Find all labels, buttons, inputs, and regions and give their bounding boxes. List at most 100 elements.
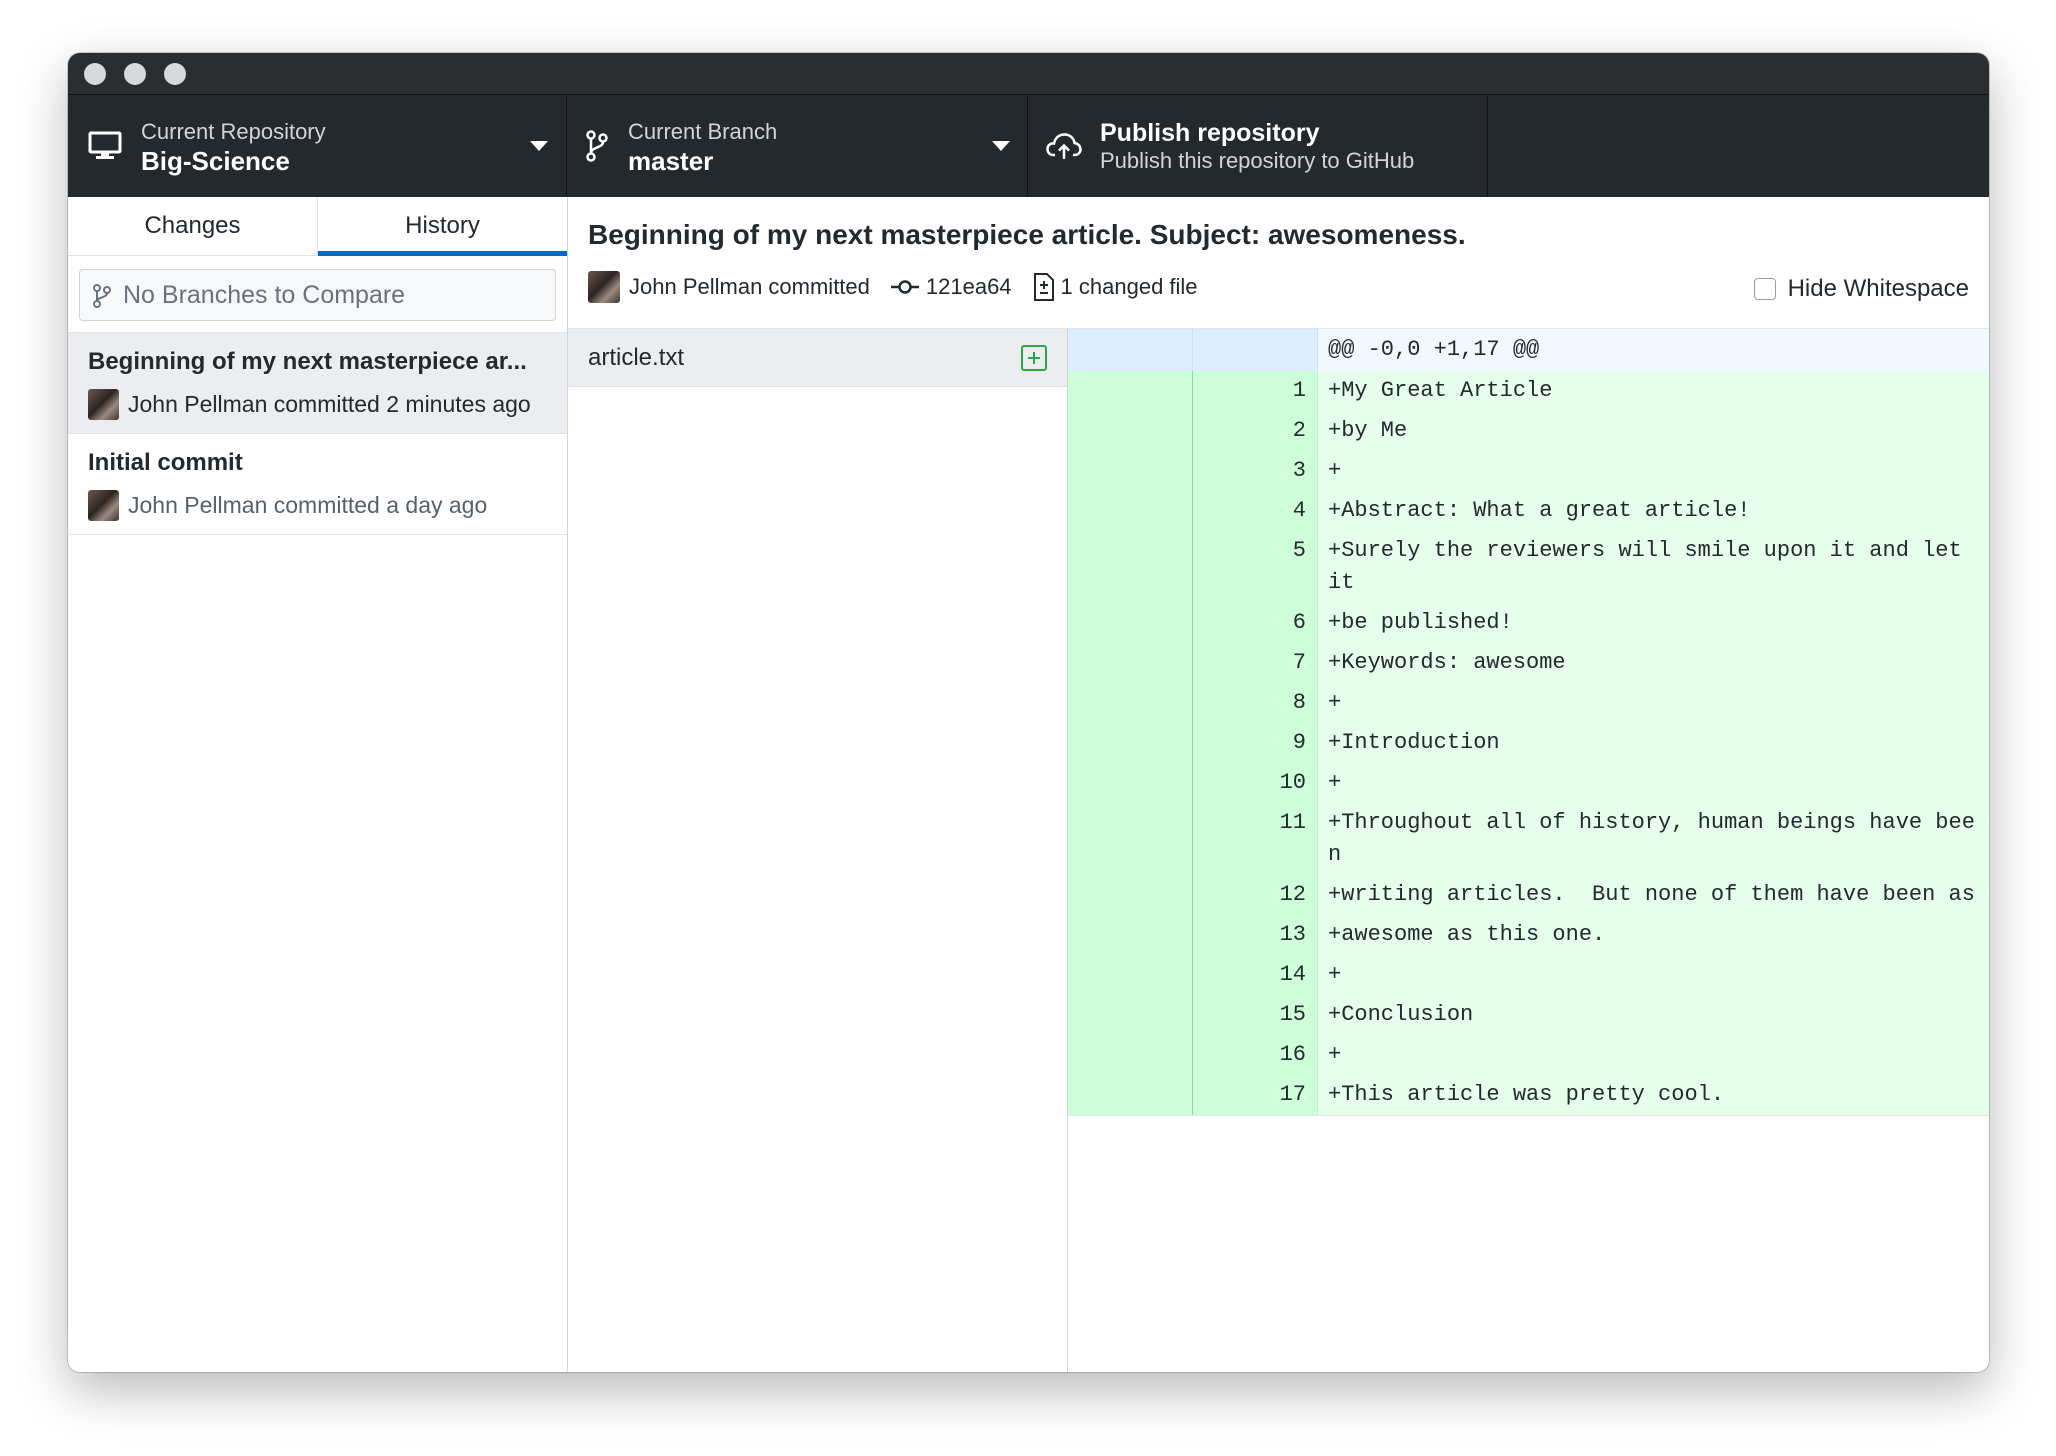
- diff-line[interactable]: 11 +Throughout all of history, human bein…: [1068, 803, 1989, 875]
- diff-line-text: +: [1328, 458, 1342, 483]
- diff-line[interactable]: 6 +be published!: [1068, 603, 1989, 643]
- publish-repository-button[interactable]: Publish repository Publish this reposito…: [1028, 95, 1488, 197]
- file-diff-icon: [1033, 273, 1054, 301]
- diff-line[interactable]: 3 +: [1068, 451, 1989, 491]
- title-bar: [68, 53, 1989, 95]
- commit-meta: John Pellman committed a day ago: [88, 490, 487, 521]
- current-branch-button[interactable]: Current Branch master: [567, 95, 1028, 197]
- commit-author: John Pellman committed: [588, 271, 870, 303]
- commit-author-time: John Pellman committed a day ago: [128, 492, 488, 518]
- changed-files-text: 1 changed file: [1060, 274, 1198, 299]
- git-branch-icon: [586, 130, 608, 162]
- diff-line[interactable]: 16 +: [1068, 1035, 1989, 1075]
- minimize-window-button[interactable]: [124, 63, 146, 85]
- current-branch-name: master: [628, 146, 714, 176]
- commit-list-item[interactable]: Initial commit John Pellman committed a …: [68, 434, 567, 535]
- diff-gutter-old: [1068, 915, 1193, 955]
- diff-line[interactable]: 17 +This article was pretty cool.: [1068, 1075, 1989, 1115]
- chevron-down-icon: [530, 141, 548, 151]
- git-branch-icon: [93, 284, 111, 308]
- diff-line-number: 10: [1193, 763, 1318, 803]
- avatar: [88, 389, 119, 420]
- compare-branch-input[interactable]: No Branches to Compare: [79, 269, 556, 321]
- diff-line-text: +Introduction: [1328, 730, 1500, 755]
- diff-line-number: 13: [1193, 915, 1318, 955]
- diff-line-text: +Throughout all of history, human beings…: [1328, 810, 1975, 867]
- file-list-item[interactable]: article.txt: [568, 329, 1067, 387]
- commit-list-item[interactable]: Beginning of my next masterpiece ar... J…: [68, 333, 567, 434]
- commit-info: John Pellman committed 121ea64 1 changed…: [588, 271, 1218, 303]
- commit-sha[interactable]: 121ea64: [890, 274, 1012, 300]
- avatar: [88, 490, 119, 521]
- diff-line-number: 11: [1193, 803, 1318, 875]
- avatar: [588, 271, 620, 303]
- diff-line-number: 17: [1193, 1075, 1318, 1115]
- diff-line-number: 15: [1193, 995, 1318, 1035]
- diff-line-text: +: [1328, 690, 1342, 715]
- tab-changes[interactable]: Changes: [68, 197, 317, 255]
- diff-line-text: +: [1328, 962, 1342, 987]
- diff-line[interactable]: 8 +: [1068, 683, 1989, 723]
- file-name: article.txt: [588, 344, 685, 371]
- diff-line-number: 3: [1193, 451, 1318, 491]
- current-repository-label: Current Repository: [141, 119, 326, 144]
- diff-gutter-old: [1068, 603, 1193, 643]
- commit-detail: Beginning of my next masterpiece article…: [568, 197, 1989, 1372]
- diff-line-text: +by Me: [1328, 418, 1408, 443]
- diff-gutter-old: [1068, 723, 1193, 763]
- diff-line-text: +: [1328, 770, 1342, 795]
- diff-gutter-old: [1068, 531, 1193, 603]
- diff-gutter-old: [1068, 643, 1193, 683]
- diff-line-number: 6: [1193, 603, 1318, 643]
- chevron-down-icon: [992, 141, 1010, 151]
- diff-gutter-old: [1068, 451, 1193, 491]
- diff-gutter-old: [1068, 1075, 1193, 1115]
- cloud-upload-icon: [1046, 133, 1082, 159]
- compare-branch-placeholder: No Branches to Compare: [123, 281, 406, 309]
- compare-branch-area: No Branches to Compare: [68, 256, 567, 333]
- diff-line-number: 2: [1193, 411, 1318, 451]
- zoom-window-button[interactable]: [164, 63, 186, 85]
- diff-line[interactable]: 9 +Introduction: [1068, 723, 1989, 763]
- diff-gutter-old: [1068, 683, 1193, 723]
- sidebar-tabs: Changes History: [68, 197, 567, 256]
- diff-line-text: +Conclusion: [1328, 1002, 1474, 1027]
- diff-line[interactable]: 5 +Surely the reviewers will smile upon i…: [1068, 531, 1989, 603]
- tab-history[interactable]: History: [317, 197, 567, 256]
- diff-line-text: +Keywords: awesome: [1328, 650, 1566, 675]
- close-window-button[interactable]: [84, 63, 106, 85]
- diff-line-text: +writing articles. But none of them have…: [1328, 882, 1975, 907]
- diff-line[interactable]: 15 +Conclusion: [1068, 995, 1989, 1035]
- diff-line-text: +be published!: [1328, 610, 1513, 635]
- diff-line-text: +This article was pretty cool.: [1328, 1082, 1725, 1107]
- hide-whitespace-checkbox[interactable]: [1753, 278, 1776, 300]
- diff-gutter-new: [1193, 329, 1318, 371]
- diff-gutter-old: [1068, 875, 1193, 915]
- hide-whitespace-toggle[interactable]: Hide Whitespace: [1753, 275, 1969, 303]
- diff-gutter-old: [1068, 1035, 1193, 1075]
- publish-repository-subtitle: Publish this repository to GitHub: [1100, 148, 1415, 173]
- current-repository-name: Big-Science: [141, 146, 290, 176]
- commit-title: Beginning of my next masterpiece ar...: [88, 348, 527, 375]
- diff-line[interactable]: 14 +: [1068, 955, 1989, 995]
- app-window: Current Repository Big-Science Current B…: [68, 53, 1989, 1372]
- commit-author-text: John Pellman committed: [629, 274, 870, 299]
- current-repository-button[interactable]: Current Repository Big-Science: [68, 95, 567, 197]
- diff-view[interactable]: @@ -0,0 +1,17 @@ 1 +My Great Article 2 +by …: [1068, 329, 1989, 1372]
- diff-end: [1068, 1115, 1989, 1116]
- file-added-icon: [1021, 345, 1047, 371]
- diff-line[interactable]: 1 +My Great Article: [1068, 371, 1989, 411]
- diff-line[interactable]: 4 +Abstract: What a great article!: [1068, 491, 1989, 531]
- hide-whitespace-label: Hide Whitespace: [1787, 275, 1969, 302]
- diff-hunk-header: @@ -0,0 +1,17 @@: [1068, 329, 1989, 371]
- diff-line[interactable]: 7 +Keywords: awesome: [1068, 643, 1989, 683]
- commit-summary: Beginning of my next masterpiece article…: [588, 219, 1466, 250]
- diff-line[interactable]: 2 +by Me: [1068, 411, 1989, 451]
- diff-line[interactable]: 12 +writing articles. But none of them ha…: [1068, 875, 1989, 915]
- diff-line[interactable]: 13 +awesome as this one.: [1068, 915, 1989, 955]
- diff-line[interactable]: 10 +: [1068, 763, 1989, 803]
- diff-line-number: 14: [1193, 955, 1318, 995]
- desktop-icon: [88, 131, 122, 159]
- diff-line-text: +Abstract: What a great article!: [1328, 498, 1751, 523]
- diff-line-number: 1: [1193, 371, 1318, 411]
